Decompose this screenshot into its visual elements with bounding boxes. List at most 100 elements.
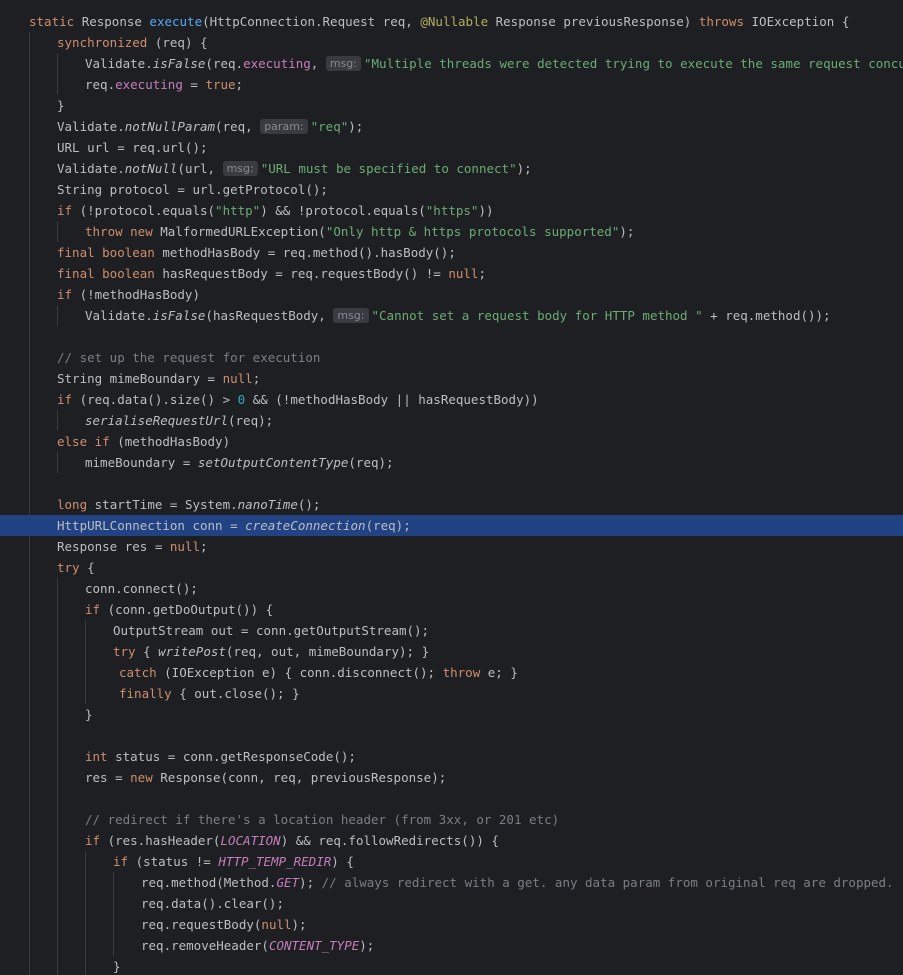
code-token: (methodHasBody)	[117, 434, 231, 449]
parameter-hint: param:	[260, 119, 308, 134]
code-line[interactable]: Validate.notNullParam(req, param: "req");	[0, 116, 903, 137]
code-line[interactable]: int status = conn.getResponseCode();	[0, 746, 903, 767]
code-token: executing	[115, 77, 191, 92]
code-token: if	[57, 203, 80, 218]
code-token: { out.close(); }	[179, 686, 300, 701]
code-token: mimeBoundary =	[85, 455, 198, 470]
code-token: {	[87, 560, 95, 575]
code-line[interactable]: OutputStream out = conn.getOutputStream(…	[0, 620, 903, 641]
code-token: null	[261, 917, 292, 932]
code-token: }	[57, 98, 65, 113]
code-token: "Multiple threads were detected trying t…	[364, 56, 903, 71]
code-line[interactable]: Validate.notNull(url, msg: "URL must be s…	[0, 158, 903, 179]
code-token: "req"	[310, 119, 349, 134]
parameter-hint: msg:	[333, 308, 369, 323]
code-line[interactable]	[0, 788, 903, 809]
code-token: null	[222, 371, 253, 386]
code-line[interactable]: catch (IOException e) { conn.disconnect(…	[0, 662, 903, 683]
code-line[interactable]: Validate.isFalse(hasRequestBody, msg: "Ca…	[0, 305, 903, 326]
code-token: String protocol = url.getProtocol();	[57, 182, 328, 197]
code-line[interactable]: }	[0, 956, 903, 975]
code-token: Validate.	[57, 119, 125, 134]
code-line[interactable]: if (!methodHasBody)	[0, 284, 903, 305]
code-token: isFalse	[152, 56, 206, 71]
code-line[interactable]: String mimeBoundary = null;	[0, 368, 903, 389]
code-line[interactable]: if (conn.getDoOutput()) {	[0, 599, 903, 620]
code-line[interactable]: if (status != HTTP_TEMP_REDIR) {	[0, 851, 903, 872]
code-token: (req) {	[154, 35, 208, 50]
code-token: "https"	[425, 203, 479, 218]
code-token: status = conn.getResponseCode();	[115, 749, 356, 764]
code-line[interactable]: mimeBoundary = setOutputContentType(req)…	[0, 452, 903, 473]
code-line[interactable]: req.requestBody(null);	[0, 914, 903, 935]
code-line[interactable]: else if (methodHasBody)	[0, 431, 903, 452]
code-token: executing	[243, 56, 311, 71]
code-token: (req, out, mimeBoundary); }	[225, 644, 430, 659]
code-token: conn.connect();	[85, 581, 198, 596]
code-line[interactable]: Validate.isFalse(req.executing, msg: "Mul…	[0, 53, 903, 74]
code-line[interactable]: finally { out.close(); }	[0, 683, 903, 704]
code-token: ))	[478, 203, 494, 218]
code-line[interactable]	[0, 473, 903, 494]
code-token: long	[57, 497, 95, 512]
code-line[interactable]: synchronized (req) {	[0, 32, 903, 53]
code-line[interactable]: final boolean hasRequestBody = req.reque…	[0, 263, 903, 284]
code-token: "URL must be specified to connect"	[260, 161, 517, 176]
code-line[interactable]: // redirect if there's a location header…	[0, 809, 903, 830]
code-token: }	[113, 959, 121, 974]
code-token: true	[205, 77, 236, 92]
code-line[interactable]: res = new Response(conn, req, previousRe…	[0, 767, 903, 788]
code-token: new	[130, 770, 161, 785]
code-line[interactable]: req.executing = true;	[0, 74, 903, 95]
code-line[interactable]: String protocol = url.getProtocol();	[0, 179, 903, 200]
code-line[interactable]: Response res = null;	[0, 536, 903, 557]
code-line[interactable]: conn.connect();	[0, 578, 903, 599]
code-token: final boolean	[57, 266, 163, 281]
code-token: (hasRequestBody,	[205, 308, 334, 323]
code-line[interactable]	[0, 326, 903, 347]
code-line[interactable]: if (!protocol.equals("http") && !protoco…	[0, 200, 903, 221]
code-token: req.method(Method.	[141, 875, 277, 890]
parameter-hint: msg:	[222, 161, 258, 176]
code-token: isFalse	[152, 308, 206, 323]
code-line[interactable]: serialiseRequestUrl(req);	[0, 410, 903, 431]
code-line[interactable]: URL url = req.url();	[0, 137, 903, 158]
code-token: Validate.	[85, 308, 153, 323]
code-line[interactable]: try {	[0, 557, 903, 578]
code-line[interactable]: if (req.data().size() > 0 && (!methodHas…	[0, 389, 903, 410]
code-token: res =	[85, 770, 131, 785]
code-line[interactable]: req.method(Method.GET); // always redire…	[0, 872, 903, 893]
code-token: createConnection	[245, 518, 366, 533]
code-token: (!methodHasBody)	[79, 287, 200, 302]
code-line[interactable]: try { writePost(req, out, mimeBoundary);…	[0, 641, 903, 662]
code-token: );	[619, 224, 635, 239]
code-token: && (!methodHasBody || hasRequestBody))	[252, 392, 539, 407]
code-token: ) && !protocol.equals(	[260, 203, 426, 218]
code-line[interactable]	[0, 725, 903, 746]
code-token: ;	[478, 266, 486, 281]
code-token: (conn.getDoOutput()) {	[107, 602, 274, 617]
code-token: throw new	[85, 224, 161, 239]
code-token: }	[85, 707, 93, 722]
code-line[interactable]: if (res.hasHeader(LOCATION) && req.follo…	[0, 830, 903, 851]
code-line[interactable]: }	[0, 95, 903, 116]
code-token: (req);	[365, 518, 411, 533]
code-line[interactable]: req.removeHeader(CONTENT_TYPE);	[0, 935, 903, 956]
code-line[interactable]: // set up the request for execution	[0, 347, 903, 368]
code-line[interactable]: static Response execute(HttpConnection.R…	[0, 11, 903, 32]
code-token: LOCATION	[220, 833, 281, 848]
code-token: // redirect if there's a location header…	[85, 812, 560, 827]
code-editor[interactable]: static Response execute(HttpConnection.R…	[0, 0, 903, 975]
code-line-highlighted[interactable]: HttpURLConnection conn = createConnectio…	[0, 515, 903, 536]
code-token: (req);	[228, 413, 274, 428]
code-line[interactable]: long startTime = System.nanoTime();	[0, 494, 903, 515]
code-token: (url,	[177, 161, 223, 176]
code-line[interactable]: req.data().clear();	[0, 893, 903, 914]
code-token: {	[143, 644, 159, 659]
code-token: @Nullable	[420, 14, 496, 29]
code-line[interactable]: throw new MalformedURLException("Only ht…	[0, 221, 903, 242]
code-line[interactable]: }	[0, 704, 903, 725]
code-token: );	[291, 917, 307, 932]
code-token: catch	[119, 665, 165, 680]
code-line[interactable]: final boolean methodHasBody = req.method…	[0, 242, 903, 263]
